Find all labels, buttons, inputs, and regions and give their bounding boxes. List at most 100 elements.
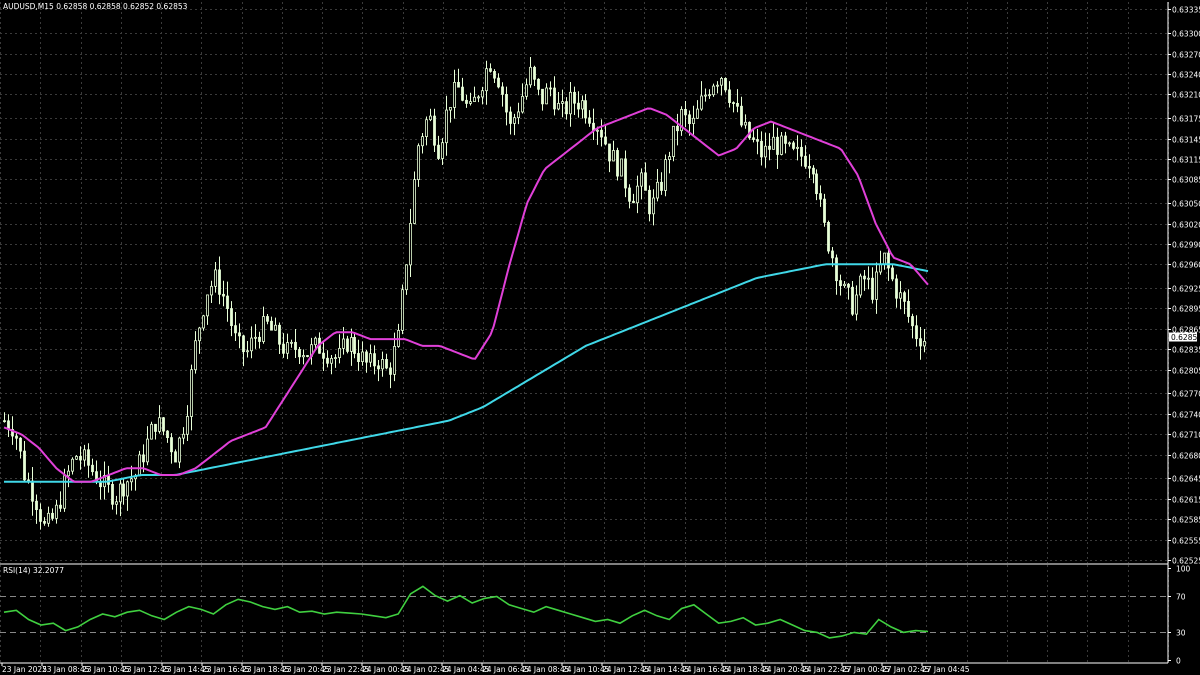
candle-body xyxy=(891,267,894,280)
candle-body xyxy=(728,89,731,103)
candle-body xyxy=(525,84,528,97)
candle-body xyxy=(903,292,906,302)
candle-body xyxy=(142,454,145,463)
candle-body xyxy=(473,96,476,103)
time-tick-label: 23 Jan 2025 xyxy=(2,665,47,674)
candle-body xyxy=(150,423,153,440)
current-price-tag: 0.62853 xyxy=(1169,332,1200,342)
candle-body xyxy=(194,340,197,371)
candle-body xyxy=(373,353,376,367)
candle-body xyxy=(83,449,86,461)
candle-body xyxy=(174,451,177,463)
candle-body xyxy=(847,283,850,288)
candle-body xyxy=(353,337,356,354)
candle-body xyxy=(437,144,440,159)
candle-body xyxy=(350,337,353,352)
candle-body xyxy=(342,338,345,349)
candle-body xyxy=(501,86,504,95)
candle-body xyxy=(863,275,866,280)
candle-body xyxy=(796,146,799,149)
candle-body xyxy=(740,105,743,126)
candle-body xyxy=(584,100,587,119)
candle-body xyxy=(138,454,141,477)
candle-body xyxy=(170,437,173,453)
candle-body xyxy=(612,150,615,162)
price-tick-label: 0.62615 xyxy=(1172,496,1200,505)
candle-body xyxy=(162,417,165,432)
price-tick-label: 0.63115 xyxy=(1172,156,1200,165)
candle-body xyxy=(198,327,201,342)
price-tick-label: 0.62990 xyxy=(1172,241,1200,250)
candle-body xyxy=(588,117,591,124)
price-tick-label: 0.62835 xyxy=(1172,346,1200,355)
candle-body xyxy=(246,350,249,353)
candle-body xyxy=(377,365,380,370)
candle-body xyxy=(604,136,607,145)
candle-body xyxy=(764,145,767,158)
candle-body xyxy=(330,358,333,364)
price-tick-label: 0.63050 xyxy=(1172,200,1200,209)
candle-body xyxy=(71,458,74,472)
candle-body xyxy=(99,481,102,488)
candle-body xyxy=(107,475,110,485)
candle-body xyxy=(326,357,329,364)
candle-body xyxy=(286,342,289,354)
candle-body xyxy=(624,158,627,189)
candle-body xyxy=(808,166,811,169)
candle-body xyxy=(421,136,424,147)
price-tick-label: 0.63335 xyxy=(1172,6,1200,15)
candle-body xyxy=(115,501,118,505)
price-tick-label: 0.63300 xyxy=(1172,30,1200,39)
price-tick-label: 0.63085 xyxy=(1172,176,1200,185)
candle-body xyxy=(493,70,496,79)
candle-body xyxy=(202,315,205,329)
candle-body xyxy=(449,107,452,111)
candle-body xyxy=(716,84,719,87)
candle-body xyxy=(278,324,281,345)
rsi-tick-label: 0 xyxy=(1176,657,1181,666)
trading-chart[interactable]: 0.63335 0.63300 0.63270 0.63240 0.63210 0.631… xyxy=(0,0,1200,675)
candle-body xyxy=(238,332,241,337)
candle-body xyxy=(640,172,643,187)
price-tick-label: 0.63270 xyxy=(1172,51,1200,60)
candle-body xyxy=(756,139,759,142)
candle-body xyxy=(461,86,464,101)
candle-body xyxy=(389,367,392,375)
candle-body xyxy=(812,167,815,175)
candle-body xyxy=(573,91,576,104)
candle-body xyxy=(15,435,18,439)
candle-body xyxy=(628,187,631,202)
price-tick-label: 0.62805 xyxy=(1172,367,1200,376)
candle-body xyxy=(409,223,412,266)
candle-body xyxy=(19,437,22,452)
price-tick-label: 0.62770 xyxy=(1172,390,1200,399)
candle-body xyxy=(481,90,484,98)
price-tick-label: 0.62710 xyxy=(1172,431,1200,440)
candle-body xyxy=(708,94,711,97)
candle-body xyxy=(668,156,671,161)
candle-body xyxy=(800,146,803,157)
candle-body xyxy=(600,129,603,138)
candle-body xyxy=(819,193,822,200)
candle-body xyxy=(357,353,360,363)
candle-body xyxy=(577,102,580,110)
candle-body xyxy=(178,437,181,463)
price-tick-label: 0.63020 xyxy=(1172,221,1200,230)
rsi-header: RSI(14) 32.2077 xyxy=(3,566,64,575)
price-tick-label: 0.62895 xyxy=(1172,305,1200,314)
candle-body xyxy=(290,341,293,344)
candle-body xyxy=(361,351,364,363)
candle-body xyxy=(636,185,639,204)
candle-body xyxy=(899,292,902,299)
candle-body xyxy=(907,300,910,317)
candle-body xyxy=(51,512,54,519)
candle-body xyxy=(262,316,265,342)
candle-body xyxy=(724,78,727,91)
candle-body xyxy=(815,173,818,195)
candle-body xyxy=(405,264,408,291)
candle-body xyxy=(334,357,337,360)
candle-body xyxy=(919,338,922,347)
candle-body xyxy=(489,68,492,72)
candle-body xyxy=(895,278,898,299)
candle-body xyxy=(911,316,914,327)
